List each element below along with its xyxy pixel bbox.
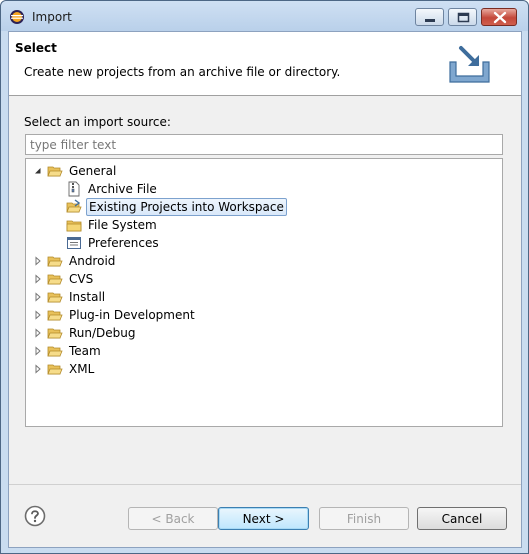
- page-description: Create new projects from an archive file…: [24, 65, 341, 79]
- folder-icon: [47, 310, 63, 321]
- minimize-button[interactable]: [415, 8, 444, 26]
- collapsed-triangle-icon[interactable]: [32, 291, 44, 303]
- preferences-icon: [67, 237, 81, 249]
- finish-button[interactable]: Finish: [319, 507, 409, 530]
- expanded-triangle-icon[interactable]: [32, 165, 44, 177]
- tree-item-label: Archive File: [88, 182, 157, 196]
- cancel-button[interactable]: Cancel: [417, 507, 507, 530]
- back-button[interactable]: < Back: [128, 507, 218, 530]
- filter-input[interactable]: [25, 134, 503, 155]
- tree-item-label: Preferences: [88, 236, 159, 250]
- tree-item-existing-projects[interactable]: Existing Projects into Workspace: [66, 198, 287, 216]
- tree-item-label: Team: [69, 344, 101, 358]
- tree-item-archive-file[interactable]: Archive File: [66, 180, 159, 198]
- tree-item-label: CVS: [69, 272, 94, 286]
- tree-item-install[interactable]: Install: [32, 288, 107, 306]
- maximize-button[interactable]: [448, 8, 477, 26]
- folder-icon: [47, 274, 63, 285]
- tree-item-label: File System: [88, 218, 157, 232]
- dialog-client-area: Select Create new projects from an archi…: [8, 31, 522, 548]
- tree-item-team[interactable]: Team: [32, 342, 103, 360]
- eclipse-icon: [10, 10, 24, 24]
- tree-item-label: XML: [69, 362, 95, 376]
- tree-item-xml[interactable]: XML: [32, 360, 96, 378]
- folder-icon: [47, 346, 63, 357]
- tree-item-label: Plug-in Development: [69, 308, 195, 322]
- collapsed-triangle-icon[interactable]: [32, 273, 44, 285]
- tree-item-label: Install: [69, 290, 106, 304]
- folder-icon: [66, 220, 82, 232]
- collapsed-triangle-icon[interactable]: [32, 309, 44, 321]
- tree-item-file-system[interactable]: File System: [66, 216, 159, 234]
- window-title: Import: [32, 10, 72, 24]
- collapsed-triangle-icon[interactable]: [32, 363, 44, 375]
- project-folder-icon: [66, 199, 82, 213]
- tree-item-general[interactable]: General: [32, 162, 118, 180]
- collapsed-triangle-icon[interactable]: [32, 327, 44, 339]
- tree-item-label: Existing Projects into Workspace: [86, 198, 287, 216]
- import-source-label: Select an import source:: [24, 115, 171, 129]
- maximize-icon: [457, 12, 470, 23]
- tree-item-label: Run/Debug: [69, 326, 136, 340]
- archive-file-icon: [68, 181, 80, 197]
- tree-item-label: Android: [69, 254, 116, 268]
- footer-separator: [9, 484, 521, 485]
- collapsed-triangle-icon[interactable]: [32, 345, 44, 357]
- collapsed-triangle-icon[interactable]: [32, 255, 44, 267]
- tree-item-preferences[interactable]: Preferences: [66, 234, 161, 252]
- tree-item-run-debug[interactable]: Run/Debug: [32, 324, 138, 342]
- page-title: Select: [15, 41, 57, 55]
- tree-item-android[interactable]: Android: [32, 252, 117, 270]
- import-source-tree[interactable]: General Archive File Existing Projects i…: [25, 158, 503, 427]
- help-icon[interactable]: [24, 505, 46, 527]
- folder-icon: [47, 292, 63, 303]
- tree-item-label: General: [69, 164, 117, 178]
- tree-item-plugin-development[interactable]: Plug-in Development: [32, 306, 197, 324]
- next-button[interactable]: Next >: [218, 507, 309, 530]
- wizard-header: Select Create new projects from an archi…: [9, 32, 521, 96]
- import-wizard-icon: [449, 46, 490, 83]
- folder-icon: [47, 364, 63, 375]
- folder-open-icon: [47, 166, 63, 177]
- close-icon: [493, 11, 507, 24]
- folder-icon: [47, 328, 63, 339]
- minimize-icon: [425, 19, 435, 22]
- import-dialog-window: Import Select Create new projects from a…: [0, 0, 529, 554]
- close-button[interactable]: [481, 8, 517, 26]
- tree-item-cvs[interactable]: CVS: [32, 270, 95, 288]
- folder-icon: [47, 256, 63, 267]
- title-bar[interactable]: Import: [1, 1, 528, 31]
